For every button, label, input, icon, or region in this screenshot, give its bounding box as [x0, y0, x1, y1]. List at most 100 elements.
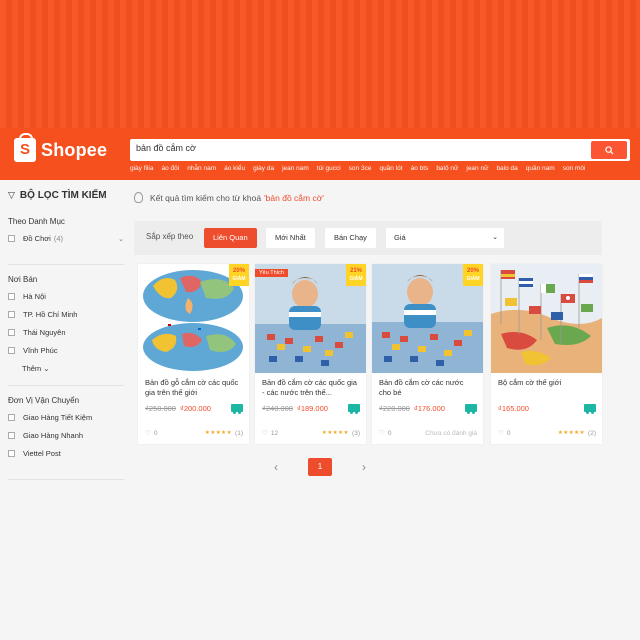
shipping-option[interactable]: Viettel Post: [8, 449, 124, 458]
location-option[interactable]: TP. Hồ Chí Minh: [8, 310, 124, 319]
review-count: (3): [352, 429, 360, 437]
suggestion-link[interactable]: nhẫn nam: [187, 165, 216, 172]
product-card[interactable]: Bộ cắm cờ thế giới ₫165.000 ♡ 0 ★★★★★ (2…: [491, 264, 602, 444]
result-prefix: Kết quả tìm kiếm cho từ khoá: [150, 192, 262, 203]
header: S Shopee giày filia áo đôi nhẫn nam áo k…: [0, 128, 640, 180]
product-image[interactable]: [491, 264, 602, 373]
checkbox[interactable]: [8, 432, 15, 439]
like-count: 0: [506, 429, 511, 437]
lightbulb-icon: [134, 192, 143, 203]
search-input[interactable]: [136, 143, 576, 153]
suggestion-link[interactable]: túi gucci: [317, 165, 341, 172]
checkbox[interactable]: [8, 311, 15, 318]
sort-bestseller-button[interactable]: Bán Chạy: [325, 228, 376, 248]
product-meta: ♡ 0 ★★★★★ (2): [498, 429, 596, 438]
option-count: (4): [53, 234, 64, 243]
checkbox[interactable]: [8, 235, 15, 242]
page-number-current[interactable]: 1: [308, 458, 332, 476]
filter-heading: ▽ BỘ LỌC TÌM KIẾM: [8, 190, 124, 201]
chevron-down-icon: ⌄: [492, 234, 498, 241]
category-filter: Theo Danh Mục Đồ Chơi (4) ⌄: [8, 217, 124, 265]
product-title[interactable]: Bản đồ cắm cờ các nước cho bé: [379, 378, 477, 398]
checkbox[interactable]: [8, 293, 15, 300]
chevron-down-icon: ⌄: [43, 364, 50, 373]
sort-label: Sắp xếp theo: [146, 232, 194, 241]
shipping-option[interactable]: Giao Hàng Tiết Kiệm: [8, 413, 124, 422]
sale-price: ₫200.000: [179, 404, 211, 413]
option-label: Hà Nội: [23, 292, 46, 301]
sort-relevant-button[interactable]: Liên Quan: [204, 228, 257, 248]
product-meta: ♡ 0 ★★★★★ (1): [145, 429, 243, 438]
free-shipping-icon: [584, 404, 596, 414]
location-filter: Nơi Bán Hà Nội TP. Hồ Chí Minh Thái Nguy…: [8, 275, 124, 386]
option-label: TP. Hồ Chí Minh: [23, 310, 78, 319]
location-option[interactable]: Vĩnh Phúc: [8, 346, 124, 355]
shipping-option[interactable]: Giao Hàng Nhanh: [8, 431, 124, 440]
chevron-right-icon[interactable]: ›: [362, 460, 366, 474]
price-row: ₫240.000 ₫189.000: [262, 404, 328, 413]
suggestion-link[interactable]: jean nữ: [466, 165, 488, 172]
suggestion-link[interactable]: giày da: [253, 165, 274, 172]
product-title[interactable]: Bản đồ cắm cờ các quốc gia - các nước tr…: [262, 378, 360, 398]
product-card[interactable]: Yêu Thích 21% GIẢM Bản đồ cắm cờ các quốc…: [255, 264, 366, 444]
discount-badge: 21% GIẢM: [346, 264, 366, 286]
like-count: 12: [270, 429, 279, 437]
original-price: ₫220.000: [379, 404, 410, 413]
product-title[interactable]: Bộ cắm cờ thế giới: [498, 378, 596, 388]
suggestion-link[interactable]: son 3ce: [349, 165, 372, 172]
heart-icon[interactable]: ♡: [498, 429, 504, 437]
price-sort-select[interactable]: Giá ⌄: [386, 228, 504, 248]
suggestion-link[interactable]: áo bts: [411, 165, 429, 172]
search-icon: [604, 145, 614, 155]
checkbox[interactable]: [8, 450, 15, 457]
show-more-button[interactable]: Thêm ⌄: [22, 364, 124, 373]
option-label: Vĩnh Phúc: [23, 346, 58, 355]
heart-icon[interactable]: ♡: [145, 429, 151, 437]
suggestion-link[interactable]: jean nam: [282, 165, 309, 172]
category-title: Theo Danh Mục: [8, 217, 65, 226]
suggestion-link[interactable]: quần nam: [526, 165, 555, 172]
product-card[interactable]: 20% GIẢM Bản đồ gỗ cắm cờ các quốc gia tr…: [138, 264, 249, 444]
sale-price: ₫189.000: [296, 404, 328, 413]
star-rating-icon: ★★★★★: [321, 430, 350, 436]
filter-sidebar: ▽ BỘ LỌC TÌM KIẾM Theo Danh Mục Đồ Chơi …: [8, 190, 124, 490]
star-rating-icon: ★★★★★: [204, 430, 233, 436]
shopee-logo[interactable]: S Shopee: [14, 133, 107, 162]
suggestion-link[interactable]: quần lót: [379, 165, 402, 172]
option-label: Giao Hàng Nhanh: [23, 431, 84, 440]
option-label: Giao Hàng Tiết Kiệm: [23, 413, 93, 422]
location-option[interactable]: Thái Nguyên: [8, 328, 124, 337]
filter-title: BỘ LỌC TÌM KIẾM: [19, 190, 107, 201]
suggestion-link[interactable]: son môi: [563, 165, 586, 172]
original-price: ₫250.000: [145, 404, 176, 413]
option-label: Đồ Chơi: [23, 234, 51, 243]
result-info: Kết quả tìm kiếm cho từ khoá 'bản đồ cắm…: [134, 192, 324, 203]
chevron-down-icon[interactable]: ⌄: [118, 235, 124, 243]
product-card[interactable]: 20% GIẢM Bản đồ cắm cờ các nước cho bé ₫2…: [372, 264, 483, 444]
discount-badge: 20% GIẢM: [463, 264, 483, 286]
discount-badge: 20% GIẢM: [229, 264, 249, 286]
checkbox[interactable]: [8, 329, 15, 336]
search-button[interactable]: [591, 141, 627, 159]
free-shipping-icon: [348, 404, 360, 414]
category-option[interactable]: Đồ Chơi (4) ⌄: [8, 234, 124, 243]
checkbox[interactable]: [8, 347, 15, 354]
favorite-badge: Yêu Thích: [255, 269, 288, 277]
location-option[interactable]: Hà Nội: [8, 292, 124, 301]
product-title[interactable]: Bản đồ gỗ cắm cờ các quốc gia trên thế g…: [145, 378, 243, 398]
suggestion-link[interactable]: balo da: [496, 165, 517, 172]
checkbox[interactable]: [8, 414, 15, 421]
free-shipping-icon: [231, 404, 243, 414]
original-price: ₫240.000: [262, 404, 293, 413]
top-banner: [0, 0, 640, 128]
chevron-left-icon[interactable]: ‹: [274, 460, 278, 474]
heart-icon[interactable]: ♡: [262, 429, 268, 437]
review-count: (1): [235, 429, 243, 437]
like-count: 0: [387, 429, 392, 437]
heart-icon[interactable]: ♡: [379, 429, 385, 437]
sort-newest-button[interactable]: Mới Nhất: [266, 228, 315, 248]
suggestion-link[interactable]: giày filia: [130, 165, 153, 172]
suggestion-link[interactable]: áo đôi: [161, 165, 179, 172]
suggestion-link[interactable]: balô nữ: [436, 165, 458, 172]
suggestion-link[interactable]: áo kiểu: [224, 165, 245, 172]
